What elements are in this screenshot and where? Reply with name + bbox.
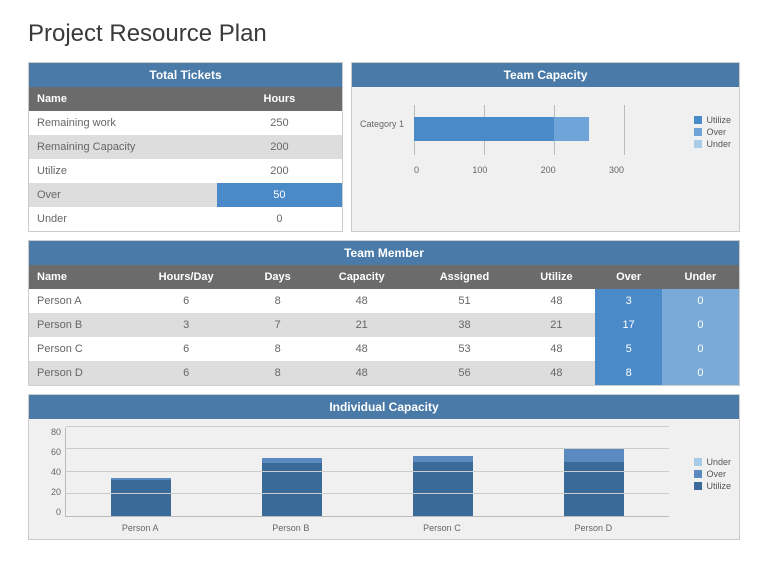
bar-person-a: [111, 478, 171, 516]
cell-name: Person D: [29, 361, 129, 385]
bar-person-d: [564, 449, 624, 517]
cell-under: 0: [662, 313, 739, 337]
col-name: Name: [29, 87, 217, 111]
cell-over: 3: [595, 289, 661, 313]
cell-cap: 48: [312, 337, 412, 361]
team-member-panel: Team Member Name Hours/Day Days Capacity…: [28, 240, 740, 386]
table-row: Person A6848514830: [29, 289, 739, 313]
cell-over: 5: [595, 337, 661, 361]
bar-person-c: [413, 456, 473, 516]
table-row: Person D6848564880: [29, 361, 739, 385]
cell-cap: 48: [312, 361, 412, 385]
cell-hours: 200: [217, 135, 342, 159]
total-tickets-panel: Total Tickets Name Hours Remaining work2…: [28, 62, 343, 232]
cell-days: 8: [244, 289, 312, 313]
legend-over: Over: [706, 127, 726, 137]
cell-hpd: 3: [129, 313, 244, 337]
cell-hpd: 6: [129, 361, 244, 385]
member-header: Team Member: [29, 241, 739, 265]
mcol-hpd: Hours/Day: [129, 265, 244, 289]
individual-plot: [65, 427, 669, 517]
cell-asg: 51: [412, 289, 518, 313]
capacity-legend: Utilize Over Under: [694, 115, 731, 151]
ilegend-over: Over: [706, 469, 726, 479]
cell-hours: 0: [217, 207, 342, 231]
cell-days: 7: [244, 313, 312, 337]
cell-hpd: 6: [129, 337, 244, 361]
individual-yaxis: 806040200: [37, 427, 61, 517]
cell-under: 0: [662, 337, 739, 361]
cell-name: Person C: [29, 337, 129, 361]
cell-hpd: 6: [129, 289, 244, 313]
individual-legend: Under Over Utilize: [694, 457, 731, 493]
cell-name: Person A: [29, 289, 129, 313]
capacity-category-label: Category 1: [360, 119, 404, 129]
tickets-header: Total Tickets: [29, 63, 342, 87]
cell-util: 48: [517, 337, 595, 361]
cell-name: Person B: [29, 313, 129, 337]
capacity-header: Team Capacity: [352, 63, 739, 87]
member-table: Name Hours/Day Days Capacity Assigned Ut…: [29, 265, 739, 385]
cell-asg: 38: [412, 313, 518, 337]
mcol-util: Utilize: [517, 265, 595, 289]
table-row: Under0: [29, 207, 342, 231]
cell-over: 17: [595, 313, 661, 337]
cell-name: Over: [29, 183, 217, 207]
capacity-xaxis: 0100200300: [414, 165, 624, 175]
xlabel: Person C: [423, 523, 461, 533]
cell-name: Remaining work: [29, 111, 217, 135]
cell-name: Utilize: [29, 159, 217, 183]
table-row: Remaining work250: [29, 111, 342, 135]
cell-asg: 56: [412, 361, 518, 385]
individual-capacity-panel: Individual Capacity 806040200 Person APe…: [28, 394, 740, 540]
cell-util: 48: [517, 289, 595, 313]
mcol-cap: Capacity: [312, 265, 412, 289]
mcol-over: Over: [595, 265, 661, 289]
xlabel: Person A: [122, 523, 159, 533]
tickets-table: Name Hours Remaining work250Remaining Ca…: [29, 87, 342, 231]
individual-header: Individual Capacity: [29, 395, 739, 419]
bar-person-b: [262, 458, 322, 517]
individual-xlabels: Person A Person B Person C Person D: [65, 523, 669, 533]
mcol-days: Days: [244, 265, 312, 289]
col-hours: Hours: [217, 87, 342, 111]
cell-under: 0: [662, 361, 739, 385]
team-capacity-panel: Team Capacity Category 1 0100200300 Util…: [351, 62, 740, 232]
cell-name: Under: [29, 207, 217, 231]
xlabel: Person D: [575, 523, 613, 533]
cell-hours: 200: [217, 159, 342, 183]
cell-days: 8: [244, 361, 312, 385]
cell-util: 21: [517, 313, 595, 337]
capacity-chart: [414, 105, 624, 155]
table-row: Person B37213821170: [29, 313, 739, 337]
mcol-name: Name: [29, 265, 129, 289]
cell-days: 8: [244, 337, 312, 361]
cell-asg: 53: [412, 337, 518, 361]
ilegend-utilize: Utilize: [706, 481, 731, 491]
table-row: Remaining Capacity200: [29, 135, 342, 159]
cell-name: Remaining Capacity: [29, 135, 217, 159]
cell-hours: 50: [217, 183, 342, 207]
legend-under: Under: [706, 139, 731, 149]
table-row: Over50: [29, 183, 342, 207]
cell-hours: 250: [217, 111, 342, 135]
xlabel: Person B: [272, 523, 309, 533]
ilegend-under: Under: [706, 457, 731, 467]
cell-util: 48: [517, 361, 595, 385]
table-row: Utilize200: [29, 159, 342, 183]
cell-under: 0: [662, 289, 739, 313]
mcol-asg: Assigned: [412, 265, 518, 289]
table-row: Person C6848534850: [29, 337, 739, 361]
legend-utilize: Utilize: [706, 115, 731, 125]
cell-cap: 21: [312, 313, 412, 337]
cell-over: 8: [595, 361, 661, 385]
mcol-under: Under: [662, 265, 739, 289]
cell-cap: 48: [312, 289, 412, 313]
page-title: Project Resource Plan: [28, 20, 740, 48]
